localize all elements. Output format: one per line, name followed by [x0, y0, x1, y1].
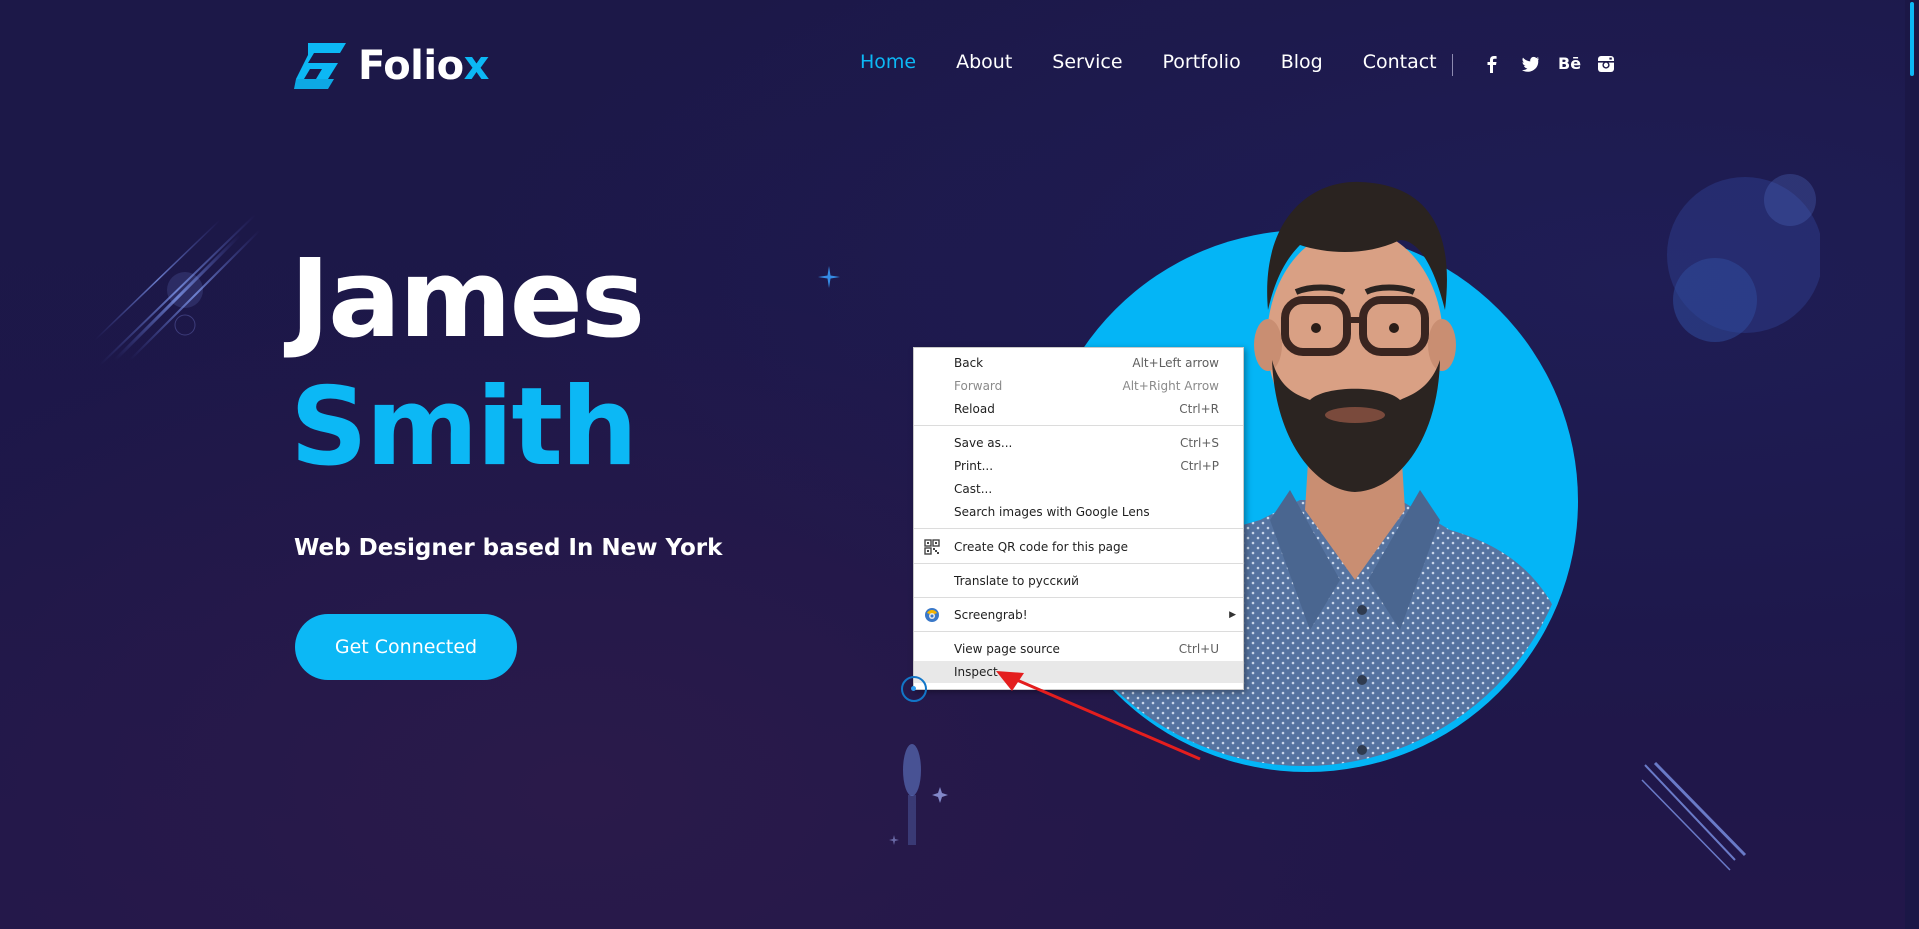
context-menu: Back Alt+Left arrow Forward Alt+Right Arro… — [913, 347, 1244, 690]
logo-text: Foliox — [358, 43, 489, 89]
nav-blog[interactable]: Blog — [1281, 51, 1323, 73]
instagram-icon[interactable] — [1596, 54, 1616, 74]
menu-item-reload[interactable]: Reload Ctrl+R — [914, 398, 1243, 420]
decorative-streaks-right — [1641, 761, 1747, 871]
hero-first-name: James — [290, 237, 645, 362]
nav-about[interactable]: About — [956, 51, 1012, 73]
hero-subtitle: Web Designer based In New York — [294, 535, 723, 561]
menu-item-save-as[interactable]: Save as... Ctrl+S — [914, 432, 1243, 454]
scrollbar-thumb[interactable] — [1910, 2, 1914, 76]
menu-separator — [914, 528, 1243, 529]
qr-code-icon — [924, 539, 940, 555]
twitter-icon[interactable] — [1520, 54, 1540, 74]
nav-contact[interactable]: Contact — [1363, 51, 1437, 73]
logo-mark-icon — [294, 43, 346, 89]
nav-portfolio[interactable]: Portfolio — [1163, 51, 1241, 73]
menu-item-view-source[interactable]: View page source Ctrl+U — [914, 638, 1243, 660]
get-connected-button[interactable]: Get Connected — [295, 614, 517, 680]
annotation-arrow — [996, 671, 1201, 761]
menu-separator — [914, 425, 1243, 426]
screengrab-icon — [925, 608, 939, 622]
menu-item-screengrab[interactable]: Screengrab! ▶ — [914, 604, 1243, 626]
menu-item-google-lens[interactable]: Search images with Google Lens — [914, 501, 1243, 523]
nav-divider — [1452, 54, 1453, 76]
menu-item-back[interactable]: Back Alt+Left arrow — [914, 352, 1243, 374]
menu-item-forward[interactable]: Forward Alt+Right Arrow — [914, 375, 1243, 397]
social-links: Bē — [1482, 54, 1616, 74]
menu-separator — [914, 631, 1243, 632]
decorative-sparkle — [818, 266, 840, 288]
hero-last-name: Smith — [290, 365, 638, 490]
decorative-streaks-left — [94, 214, 261, 366]
main-nav: Home About Service Portfolio Blog Contac… — [860, 51, 1477, 73]
decorative-rocket — [889, 744, 948, 845]
logo[interactable]: Foliox — [294, 43, 489, 89]
facebook-icon[interactable] — [1482, 54, 1502, 74]
menu-separator — [914, 597, 1243, 598]
nav-home[interactable]: Home — [860, 51, 916, 73]
menu-item-qr-code[interactable]: Create QR code for this page — [914, 536, 1243, 558]
menu-item-cast[interactable]: Cast... — [914, 478, 1243, 500]
click-marker-dot — [911, 686, 916, 691]
menu-separator — [914, 563, 1243, 564]
nav-service[interactable]: Service — [1052, 51, 1122, 73]
behance-icon[interactable]: Bē — [1558, 54, 1581, 74]
submenu-arrow-icon: ▶ — [1229, 610, 1236, 620]
page-scrollbar[interactable] — [1905, 0, 1919, 929]
menu-item-print[interactable]: Print... Ctrl+P — [914, 455, 1243, 477]
menu-item-translate[interactable]: Translate to русский — [914, 570, 1243, 592]
decorative-bubbles — [1667, 174, 1820, 342]
